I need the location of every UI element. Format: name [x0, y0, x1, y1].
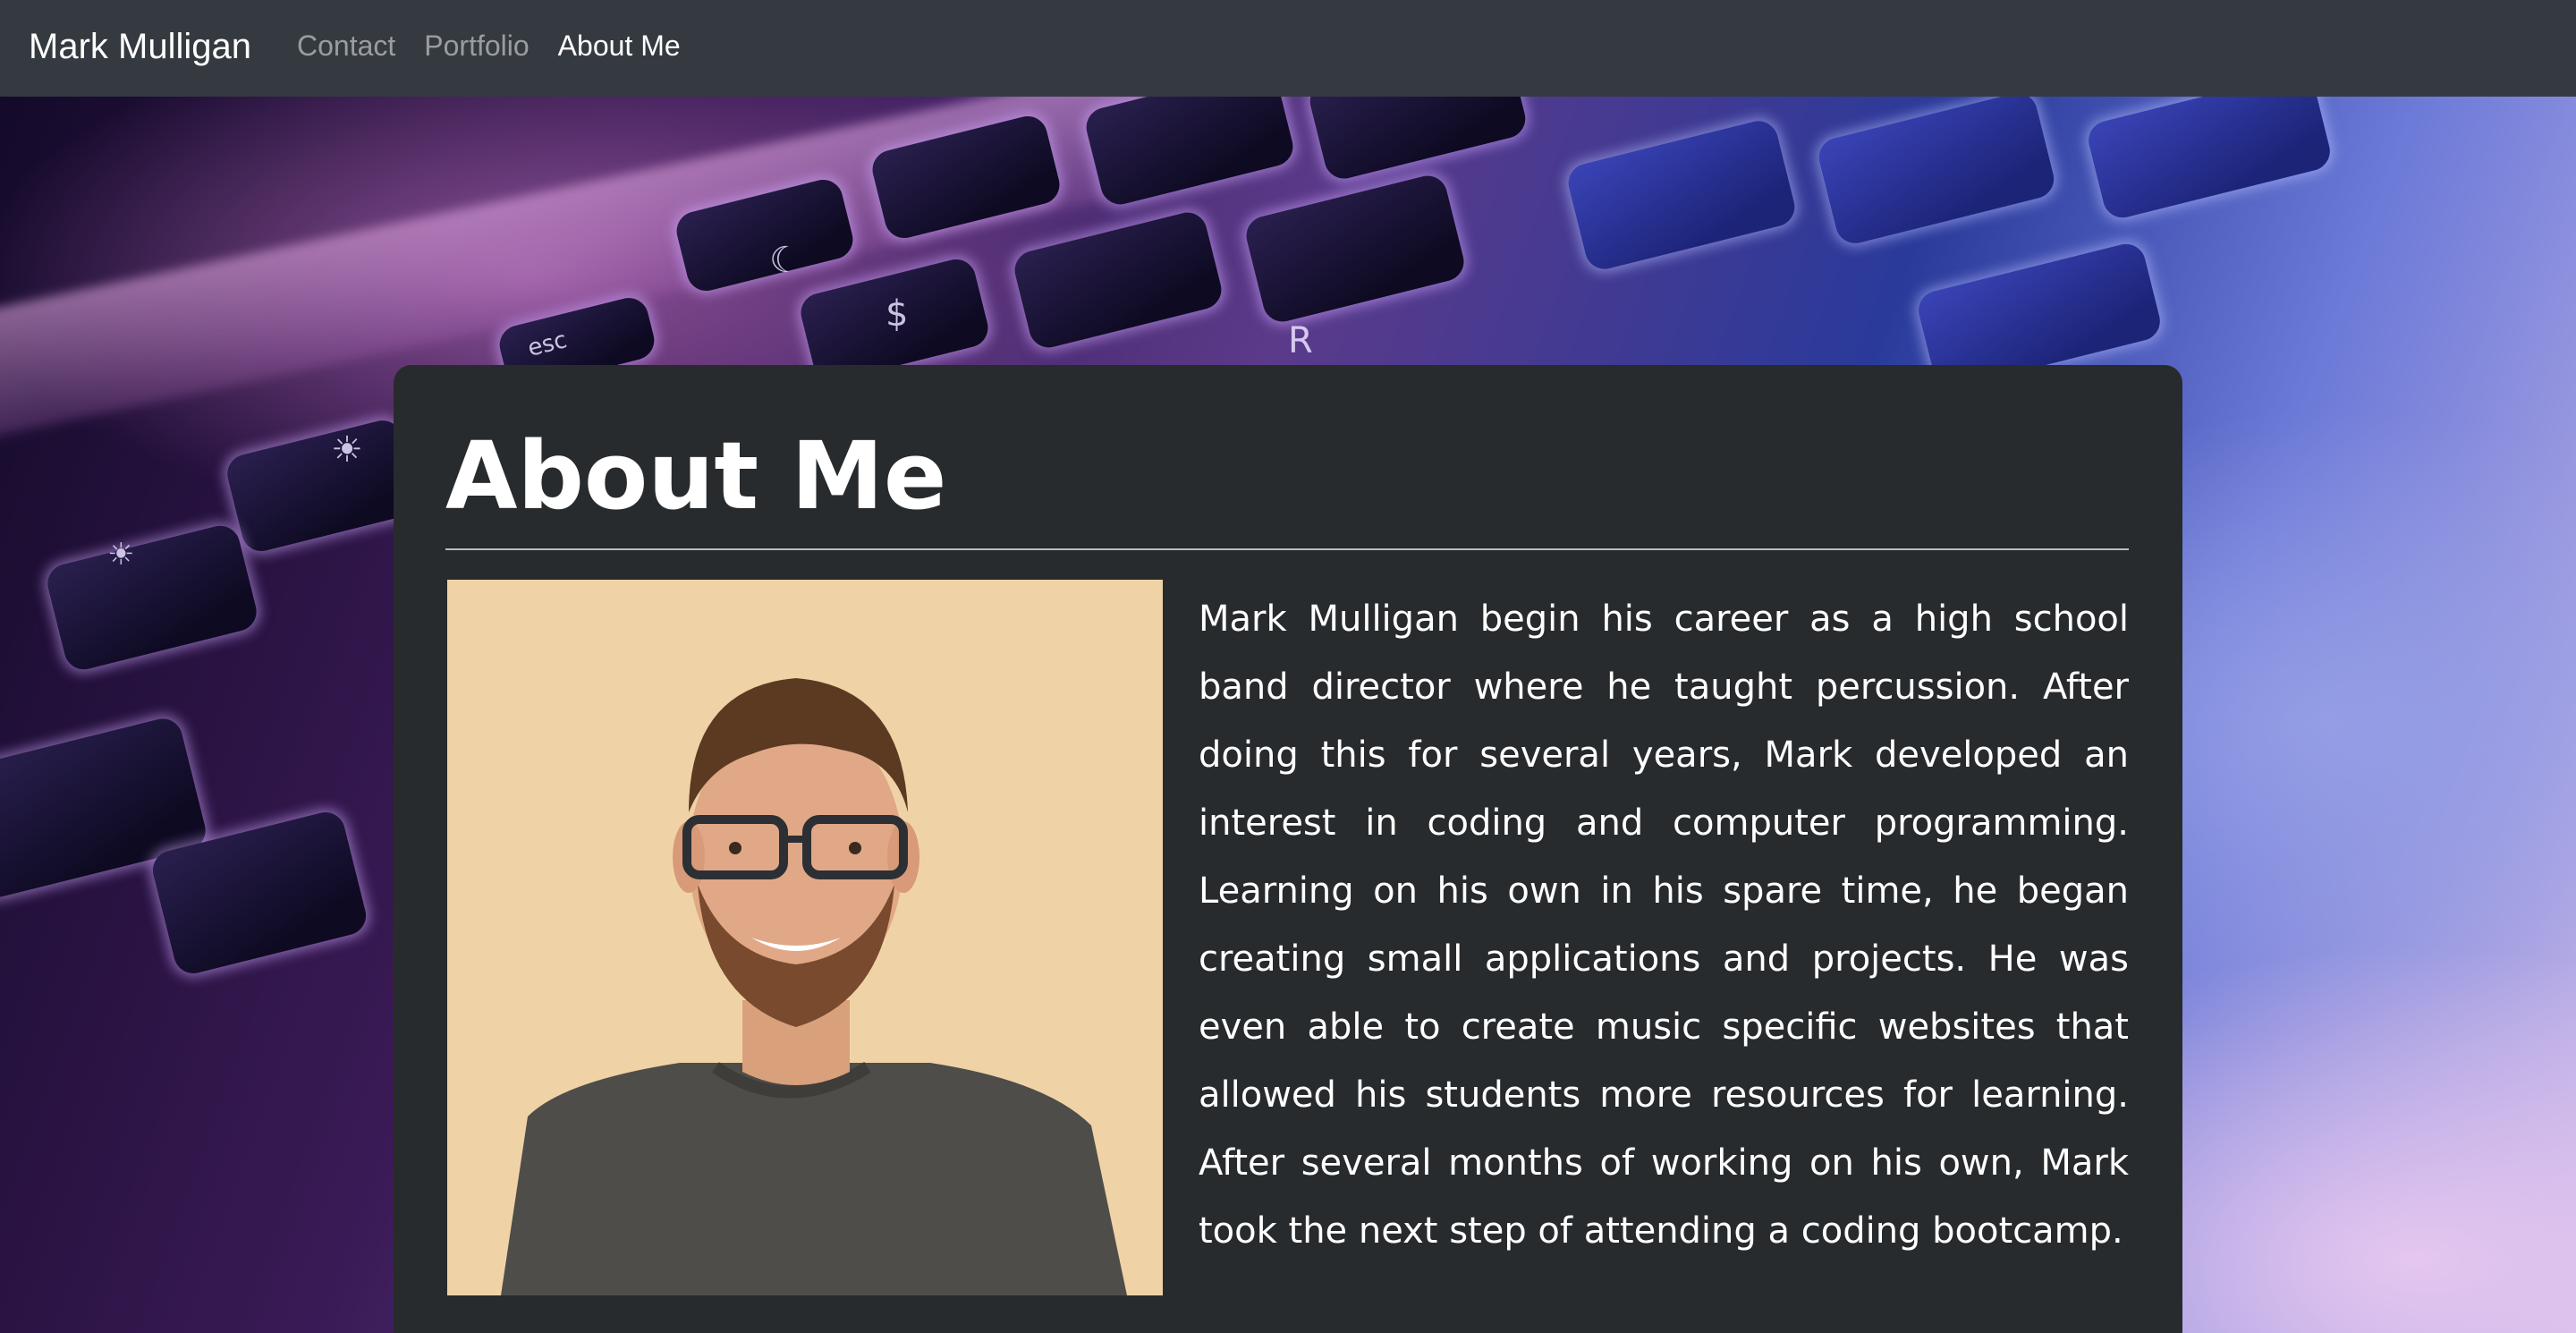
nav-link-about-me[interactable]: About Me: [558, 27, 681, 64]
keyboard-key: [43, 522, 261, 674]
keyboard-key: [1815, 97, 2058, 248]
keyboard-key: [1564, 116, 1799, 274]
keyboard-key: [1081, 97, 1298, 208]
key-moon-icon: ☾: [769, 240, 801, 281]
keyboard-key: [2084, 97, 2334, 222]
profile-photo-illustration: [447, 580, 1163, 1295]
key-r-label: R: [1288, 320, 1313, 361]
title-divider: [445, 548, 2129, 550]
bio-paragraph: Mark Mulligan begin his career as a high…: [1199, 599, 2129, 1252]
nav-link-portfolio[interactable]: Portfolio: [424, 27, 529, 64]
keyboard-key: [223, 416, 421, 556]
nav-link-contact[interactable]: Contact: [297, 27, 395, 64]
key-brightness-icon: ☀: [331, 429, 363, 471]
about-me-card: About Me Mark Mulligan begin his career …: [394, 365, 2182, 1333]
page-title: About Me: [445, 421, 947, 531]
brand-link[interactable]: Mark Mulligan: [29, 23, 251, 70]
keyboard-key: [1241, 171, 1469, 327]
keyboard-key: [1306, 97, 1530, 183]
key-brightness-icon: ☀: [107, 537, 135, 573]
nav-links: Contact Portfolio About Me: [297, 27, 709, 64]
key-dollar-label: $: [886, 293, 909, 335]
keyboard-key: [1010, 208, 1226, 352]
profile-photo: [447, 580, 1163, 1295]
top-navbar: Mark Mulligan Contact Portfolio About Me: [0, 0, 2576, 97]
